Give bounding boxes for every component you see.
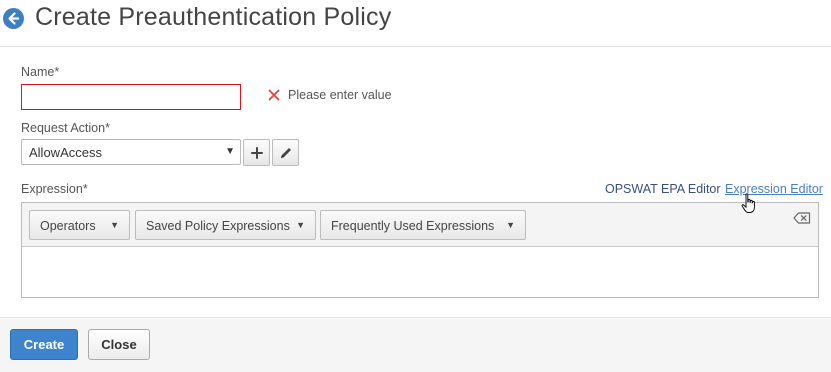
expression-label: Expression* (21, 182, 88, 196)
opswat-epa-editor-link[interactable]: OPSWAT EPA Editor (605, 182, 721, 196)
operators-dropdown[interactable]: Operators ▼ (29, 210, 130, 240)
back-arrow-icon[interactable] (3, 8, 24, 29)
caret-down-icon: ▼ (506, 220, 515, 230)
request-action-select[interactable]: AllowAccess ▼ (21, 139, 241, 165)
name-label: Name* (21, 65, 60, 79)
expression-toolbar: Operators ▼ Saved Policy Expressions ▼ F… (22, 203, 818, 247)
close-button[interactable]: Close (88, 329, 150, 360)
dialog-header: Create Preauthentication Policy (0, 0, 831, 38)
operators-dropdown-label: Operators (40, 219, 96, 233)
request-action-label: Request Action* (21, 121, 110, 135)
hand-cursor-icon (741, 193, 755, 213)
request-action-selected-value: AllowAccess (29, 145, 102, 160)
expression-editor-link[interactable]: Expression Editor (725, 182, 823, 196)
saved-policy-expressions-label: Saved Policy Expressions (146, 219, 290, 233)
edit-action-button[interactable] (272, 139, 299, 166)
form-panel: Name* Please enter value Request Action*… (0, 46, 831, 318)
page-title: Create Preauthentication Policy (35, 3, 392, 31)
error-x-icon (268, 89, 280, 101)
plus-icon (251, 147, 263, 159)
pencil-icon (281, 148, 291, 158)
frequently-used-expressions-label: Frequently Used Expressions (331, 219, 495, 233)
caret-down-icon: ▼ (110, 220, 119, 230)
create-button[interactable]: Create (10, 329, 78, 360)
clear-backspace-icon[interactable] (793, 212, 811, 224)
add-action-button[interactable] (243, 139, 270, 166)
name-error-message: Please enter value (288, 88, 392, 102)
expression-textarea[interactable] (22, 248, 818, 297)
saved-policy-expressions-dropdown[interactable]: Saved Policy Expressions ▼ (135, 210, 316, 240)
caret-down-icon: ▼ (296, 220, 305, 230)
name-input[interactable] (21, 84, 241, 110)
expression-editor-box: Operators ▼ Saved Policy Expressions ▼ F… (21, 202, 819, 298)
dialog-footer: Create Close (0, 319, 831, 372)
frequently-used-expressions-dropdown[interactable]: Frequently Used Expressions ▼ (320, 210, 526, 240)
caret-down-icon: ▼ (225, 146, 235, 157)
